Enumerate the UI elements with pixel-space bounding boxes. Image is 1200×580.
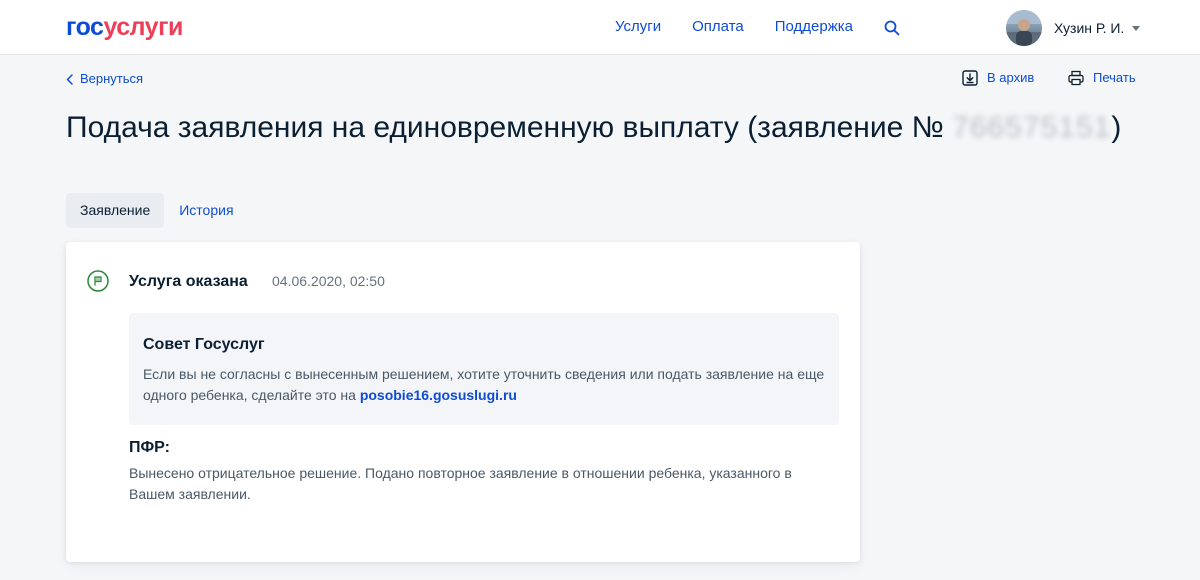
page-title-close: ) [1111, 111, 1122, 144]
posobie-link[interactable]: posobie16.gosuslugi.ru [360, 387, 517, 403]
nav-support[interactable]: Поддержка [775, 18, 853, 36]
user-name[interactable]: Хузин Р. И. [1054, 20, 1124, 36]
nav-services[interactable]: Услуги [615, 18, 661, 36]
status-date: 04.06.2020, 02:50 [272, 273, 385, 289]
flag-status-icon [87, 270, 109, 292]
print-label: Печать [1093, 70, 1136, 85]
main-nav: Услуги Оплата Поддержка [615, 18, 900, 36]
back-link[interactable]: Вернуться [66, 71, 143, 87]
archive-button[interactable]: В архив [962, 70, 1034, 86]
avatar[interactable] [1006, 10, 1042, 46]
search-icon[interactable] [884, 20, 900, 36]
status-card: Услуга оказана 04.06.2020, 02:50 Совет Г… [66, 242, 860, 562]
tab-application[interactable]: Заявление [66, 193, 165, 228]
archive-icon [962, 70, 978, 86]
pfr-text: Вынесено отрицательное решение. Подано п… [129, 465, 792, 502]
tab-bar: Заявление История [66, 193, 248, 228]
application-number-blurred: 766575151 [952, 111, 1112, 144]
status-title: Услуга оказана [129, 273, 248, 290]
printer-icon [1068, 70, 1084, 86]
advice-box: Совет Госуслуг Если вы не согласны с вын… [129, 313, 839, 425]
print-button[interactable]: Печать [1068, 70, 1136, 86]
page-title: Подача заявления на единовременную выпла… [66, 110, 1166, 146]
pfr-title: ПФР: [129, 439, 170, 456]
gosuslugi-logo[interactable]: госуслуги [66, 14, 183, 40]
tab-history[interactable]: История [164, 193, 247, 228]
archive-label: В архив [987, 70, 1035, 85]
chevron-left-icon [66, 73, 73, 85]
advice-title: Совет Госуслуг [143, 336, 265, 353]
logo-part-gos: гос [66, 13, 104, 41]
logo-part-uslugi: услуги [103, 13, 183, 41]
nav-payment[interactable]: Оплата [692, 18, 744, 36]
chevron-down-icon[interactable] [1132, 25, 1141, 31]
top-header: госуслуги Услуги Оплата Поддержка Хузин … [0, 0, 1200, 55]
back-label: Вернуться [80, 71, 144, 86]
avatar-photo-icon [1006, 10, 1042, 46]
user-menu[interactable]: Хузин Р. И. [1006, 10, 1141, 46]
page-title-text: Подача заявления на единовременную выпла… [66, 111, 944, 144]
advice-text: Если вы не согласны с вынесенным решение… [143, 364, 825, 406]
